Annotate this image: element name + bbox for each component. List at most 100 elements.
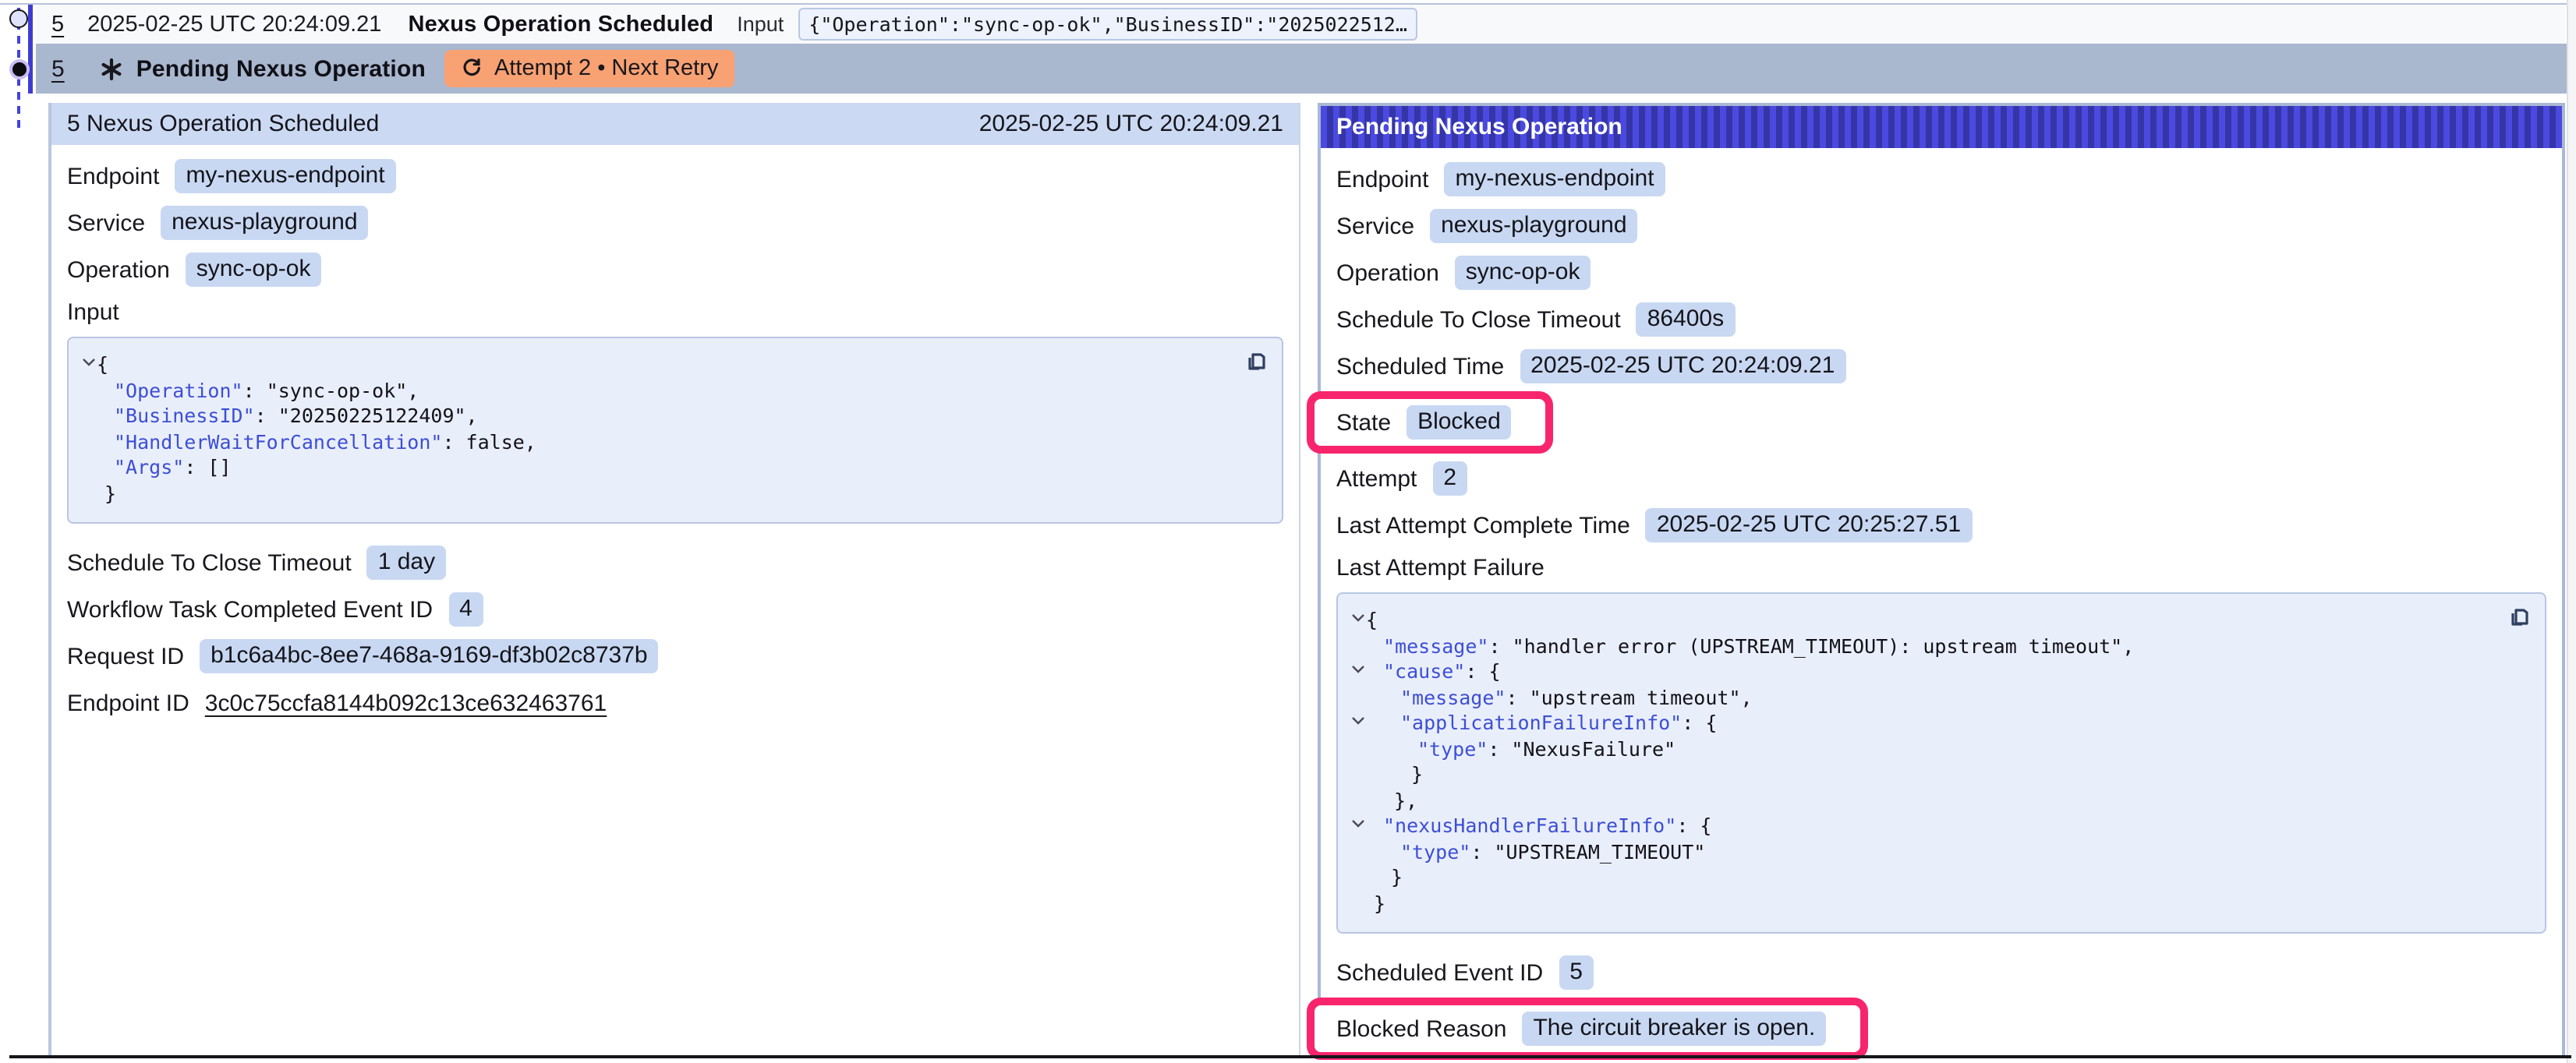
copy-icon[interactable] xyxy=(1244,349,1269,374)
input-label: Input xyxy=(737,12,784,36)
field-value-badge: my-nexus-endpoint xyxy=(1444,162,1665,196)
last-attempt-failure-label: Last Attempt Failure xyxy=(1321,549,2562,588)
event-timestamp: 2025-02-25 UTC 20:24:09.21 xyxy=(87,12,381,37)
field-endpoint: Endpoint my-nexus-endpoint xyxy=(1321,156,2562,203)
pending-asterisk-icon xyxy=(101,57,124,80)
field-scheduled-time: Scheduled Time 2025-02-25 UTC 20:24:09.21 xyxy=(1321,343,2562,390)
retry-badge-label: Attempt 2 • Next Retry xyxy=(494,56,718,81)
code-line: "Args": [] xyxy=(69,455,1229,481)
field-service: Service nexus-playground xyxy=(1321,203,2562,249)
field-value-link[interactable]: 3c0c75ccfa8144b092c13ce632463761 xyxy=(205,690,607,716)
code-line: "message": "handler error (UPSTREAM_TIME… xyxy=(1338,634,2492,659)
code-line: } xyxy=(1338,865,2492,891)
code-line: "applicationFailureInfo": { xyxy=(1338,711,2492,736)
field-scheduled-event-id: Scheduled Event ID 5 xyxy=(1321,949,2562,996)
retry-status-badge: Attempt 2 • Next Retry xyxy=(444,50,734,87)
field-value-badge: 4 xyxy=(448,592,483,627)
field-value-badge: 2 xyxy=(1432,461,1467,496)
field-value-badge: 5 xyxy=(1559,955,1594,990)
history-group-bottom-border xyxy=(9,1055,2571,1058)
event-detail-timestamp: 2025-02-25 UTC 20:24:09.21 xyxy=(979,111,1283,137)
field-endpoint: Endpoint my-nexus-endpoint xyxy=(51,153,1299,200)
field-value-badge: my-nexus-endpoint xyxy=(175,159,395,193)
collapse-chevron-icon[interactable] xyxy=(1350,613,1366,623)
field-request-id: Request IDb1c6a4bc-8ee7-468a-9169-df3b02… xyxy=(51,633,1299,680)
timeline-active-bar xyxy=(28,5,33,94)
field-operation: Operationsync-op-ok xyxy=(1321,249,2562,296)
annotation-highlight-box: StateBlocked xyxy=(1307,391,1554,454)
field-value-badge: 2025-02-25 UTC 20:24:09.21 xyxy=(1520,349,1845,383)
field-operation: Operation sync-op-ok xyxy=(51,246,1299,293)
workflow-history-view: 5 2025-02-25 UTC 20:24:09.21 Nexus Opera… xyxy=(0,0,2576,1063)
field-value-badge: 86400s xyxy=(1637,302,1735,337)
field-label: Last Attempt Complete Time xyxy=(1336,512,1630,539)
collapse-chevron-icon[interactable] xyxy=(1350,664,1366,675)
timeline-node-open-icon xyxy=(9,9,28,28)
input-section-label: Input xyxy=(51,293,1299,332)
field-label: Scheduled Event ID xyxy=(1336,959,1543,986)
field-label: Attempt xyxy=(1336,465,1417,492)
field-label: Endpoint xyxy=(67,163,159,189)
history-row-nexus-operation-scheduled[interactable]: 5 2025-02-25 UTC 20:24:09.21 Nexus Opera… xyxy=(36,5,2565,44)
field-schedule-to-close-timeout: Schedule To Close Timeout 1 day xyxy=(51,539,1299,586)
field-last-attempt-complete-time: Last Attempt Complete Time 2025-02-25 UTC… xyxy=(1321,502,2562,549)
annotation-highlight-box: Blocked Reason The circuit breaker is ope… xyxy=(1307,998,1868,1060)
pending-operation-panel: Pending Nexus Operation Endpoint my-nexus… xyxy=(1318,103,2565,1055)
event-title: Nexus Operation Scheduled xyxy=(408,12,713,37)
event-id-link[interactable]: 5 xyxy=(51,55,65,82)
collapse-chevron-icon[interactable] xyxy=(1350,715,1366,726)
field-label: Workflow Task Completed Event ID xyxy=(67,596,433,623)
field-value-badge: Blocked xyxy=(1407,405,1512,440)
field-value-badge: The circuit breaker is open. xyxy=(1522,1012,1826,1046)
field-state: StateBlocked xyxy=(1315,399,1527,446)
field-label: Endpoint ID xyxy=(67,690,189,716)
field-label: Schedule To Close Timeout xyxy=(67,549,352,576)
pending-operation-header: Pending Nexus Operation xyxy=(1321,106,2562,148)
code-line: "Operation": "sync-op-ok", xyxy=(69,378,1229,404)
field-endpoint-id: Endpoint ID 3c0c75ccfa8144b092c13ce632463… xyxy=(51,680,1299,726)
code-line: } xyxy=(1338,891,2492,916)
field-workflow-task-completed-event-id: Workflow Task Completed Event ID 4 xyxy=(51,586,1299,633)
code-line: } xyxy=(69,481,1229,507)
field-label: Operation xyxy=(67,256,170,283)
field-label: Service xyxy=(1336,213,1414,239)
code-line: "HandlerWaitForCancellation": false, xyxy=(69,429,1229,455)
field-label: Endpoint xyxy=(1336,166,1428,192)
code-line: }, xyxy=(1338,788,2492,814)
timeline-node-current-icon xyxy=(9,59,30,79)
code-line: "nexusHandlerFailureInfo": { xyxy=(1338,814,2492,839)
code-line: "message": "upstream timeout", xyxy=(1338,685,2492,711)
input-json-viewer: {"Operation": "sync-op-ok","BusinessID":… xyxy=(67,337,1283,524)
field-label: Service xyxy=(67,210,145,236)
field-value-badge: nexus-playground xyxy=(1430,209,1638,243)
code-line: "BusinessID": "20250225122409", xyxy=(69,404,1229,429)
field-label: Request ID xyxy=(67,643,184,669)
field-attempt: Attempt 2 xyxy=(1321,455,2562,502)
input-preview-chip[interactable]: {"Operation":"sync-op-ok","BusinessID":"… xyxy=(798,8,1418,41)
event-id-link[interactable]: 5 xyxy=(51,12,64,37)
code-line: { xyxy=(69,352,1229,378)
field-value-badge: sync-op-ok xyxy=(1455,256,1591,290)
failure-json-viewer: {"message": "handler error (UPSTREAM_TIM… xyxy=(1336,592,2546,934)
pending-operation-title: Pending Nexus Operation xyxy=(136,55,426,82)
field-label: Scheduled Time xyxy=(1336,353,1504,380)
field-label: Blocked Reason xyxy=(1336,1015,1506,1042)
collapse-chevron-icon[interactable] xyxy=(81,357,97,368)
field-value-badge: 1 day xyxy=(367,546,446,580)
collapse-chevron-icon[interactable] xyxy=(1350,818,1366,829)
code-line: } xyxy=(1338,762,2492,788)
field-value-badge: nexus-playground xyxy=(161,206,369,240)
field-label: Schedule To Close Timeout xyxy=(1336,306,1621,333)
pending-operation-header-title: Pending Nexus Operation xyxy=(1336,114,1622,140)
history-row-pending-nexus-operation[interactable]: 5 Pending Nexus Operation Attempt 2 • Ne… xyxy=(36,44,2571,94)
retry-icon xyxy=(460,54,483,83)
code-line: "type": "UPSTREAM_TIMEOUT" xyxy=(1338,839,2492,865)
code-line: { xyxy=(1338,608,2492,634)
scrollbar-track[interactable] xyxy=(2567,0,2576,1063)
code-line: "cause": { xyxy=(1338,659,2492,685)
field-value-badge: 2025-02-25 UTC 20:25:27.51 xyxy=(1646,508,1972,542)
copy-icon[interactable] xyxy=(2507,605,2532,630)
field-value-badge: sync-op-ok xyxy=(186,253,322,287)
event-detail-title: 5 Nexus Operation Scheduled xyxy=(67,111,379,137)
field-service: Service nexus-playground xyxy=(51,200,1299,246)
